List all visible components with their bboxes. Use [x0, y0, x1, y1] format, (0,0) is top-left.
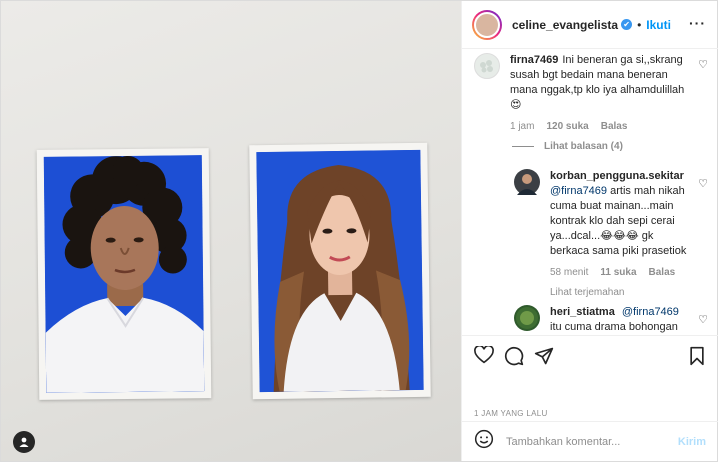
comments-list: firna7469 Ini beneran ga si,,skrang susah…: [462, 49, 718, 334]
action-bar: [462, 335, 718, 375]
comment-mention[interactable]: @firna7469: [622, 306, 679, 318]
passport-photo-left: [36, 148, 212, 400]
comment-item: korban_pengguna.sekitar @firna7469 artis…: [514, 169, 692, 300]
bookmark-icon[interactable]: [688, 346, 706, 371]
comment-avatar[interactable]: [514, 169, 540, 195]
comment-username[interactable]: korban_pengguna.sekitar: [550, 170, 684, 182]
comment-item: heri_stiatma @firna7469 itu cuma drama b…: [514, 305, 692, 334]
comment-emoji: 😍: [510, 99, 522, 111]
avatar[interactable]: [472, 9, 502, 40]
tagged-users-button[interactable]: [13, 431, 35, 453]
comment-time[interactable]: 1 jam: [510, 119, 534, 134]
post-sidebar: celine_evangelista ✔ • Ikuti ··· firna74…: [461, 1, 718, 461]
comment-composer: Kirim: [462, 421, 718, 461]
comment-avatar[interactable]: [474, 53, 500, 79]
user-icon: [19, 437, 29, 447]
comment-icon[interactable]: [504, 346, 524, 371]
separator-dot: •: [637, 17, 642, 32]
translate-link[interactable]: Lihat terjemahan: [550, 285, 692, 300]
comment-mention[interactable]: @firna7469: [550, 185, 607, 197]
comment-likes[interactable]: 120 suka: [546, 119, 588, 134]
heart-icon[interactable]: ♡: [698, 177, 708, 190]
heart-icon[interactable]: ♡: [698, 313, 708, 326]
heart-icon[interactable]: ♡: [698, 58, 708, 71]
like-heart-icon[interactable]: [474, 344, 494, 369]
comment-input[interactable]: [506, 435, 666, 448]
verified-badge-icon: ✔: [621, 19, 633, 30]
instagram-post: celine_evangelista ✔ • Ikuti ··· firna74…: [0, 0, 718, 462]
comment-username[interactable]: heri_stiatma: [550, 306, 615, 318]
comment-text: itu cuma drama bohongan: [550, 321, 678, 333]
post-header: celine_evangelista ✔ • Ikuti ···: [462, 1, 718, 49]
reply-button[interactable]: Balas: [601, 119, 628, 134]
comment-item: firna7469 Ini beneran ga si,,skrang susah…: [474, 53, 689, 134]
view-replies-button[interactable]: Lihat balasan (4): [512, 141, 623, 152]
comment-username[interactable]: firna7469: [510, 54, 558, 66]
comment-time[interactable]: 58 menit: [550, 265, 588, 280]
portrait-woman-illustration: [256, 149, 424, 393]
follow-button[interactable]: Ikuti: [646, 18, 671, 32]
emoji-icon[interactable]: [474, 429, 494, 454]
portrait-man-illustration: [43, 155, 205, 393]
view-replies-label: Lihat balasan (4): [544, 141, 623, 152]
post-timestamp[interactable]: 1 JAM YANG LALU: [474, 409, 548, 418]
share-icon[interactable]: [534, 346, 554, 371]
comment-avatar[interactable]: [514, 305, 540, 331]
post-image[interactable]: [1, 1, 461, 461]
comment-likes[interactable]: 11 suka: [600, 265, 636, 280]
author-username[interactable]: celine_evangelista: [512, 18, 618, 32]
more-options-icon[interactable]: ···: [689, 15, 706, 31]
reply-button[interactable]: Balas: [649, 265, 676, 280]
passport-photo-right: [249, 142, 431, 400]
send-button[interactable]: Kirim: [678, 436, 706, 448]
